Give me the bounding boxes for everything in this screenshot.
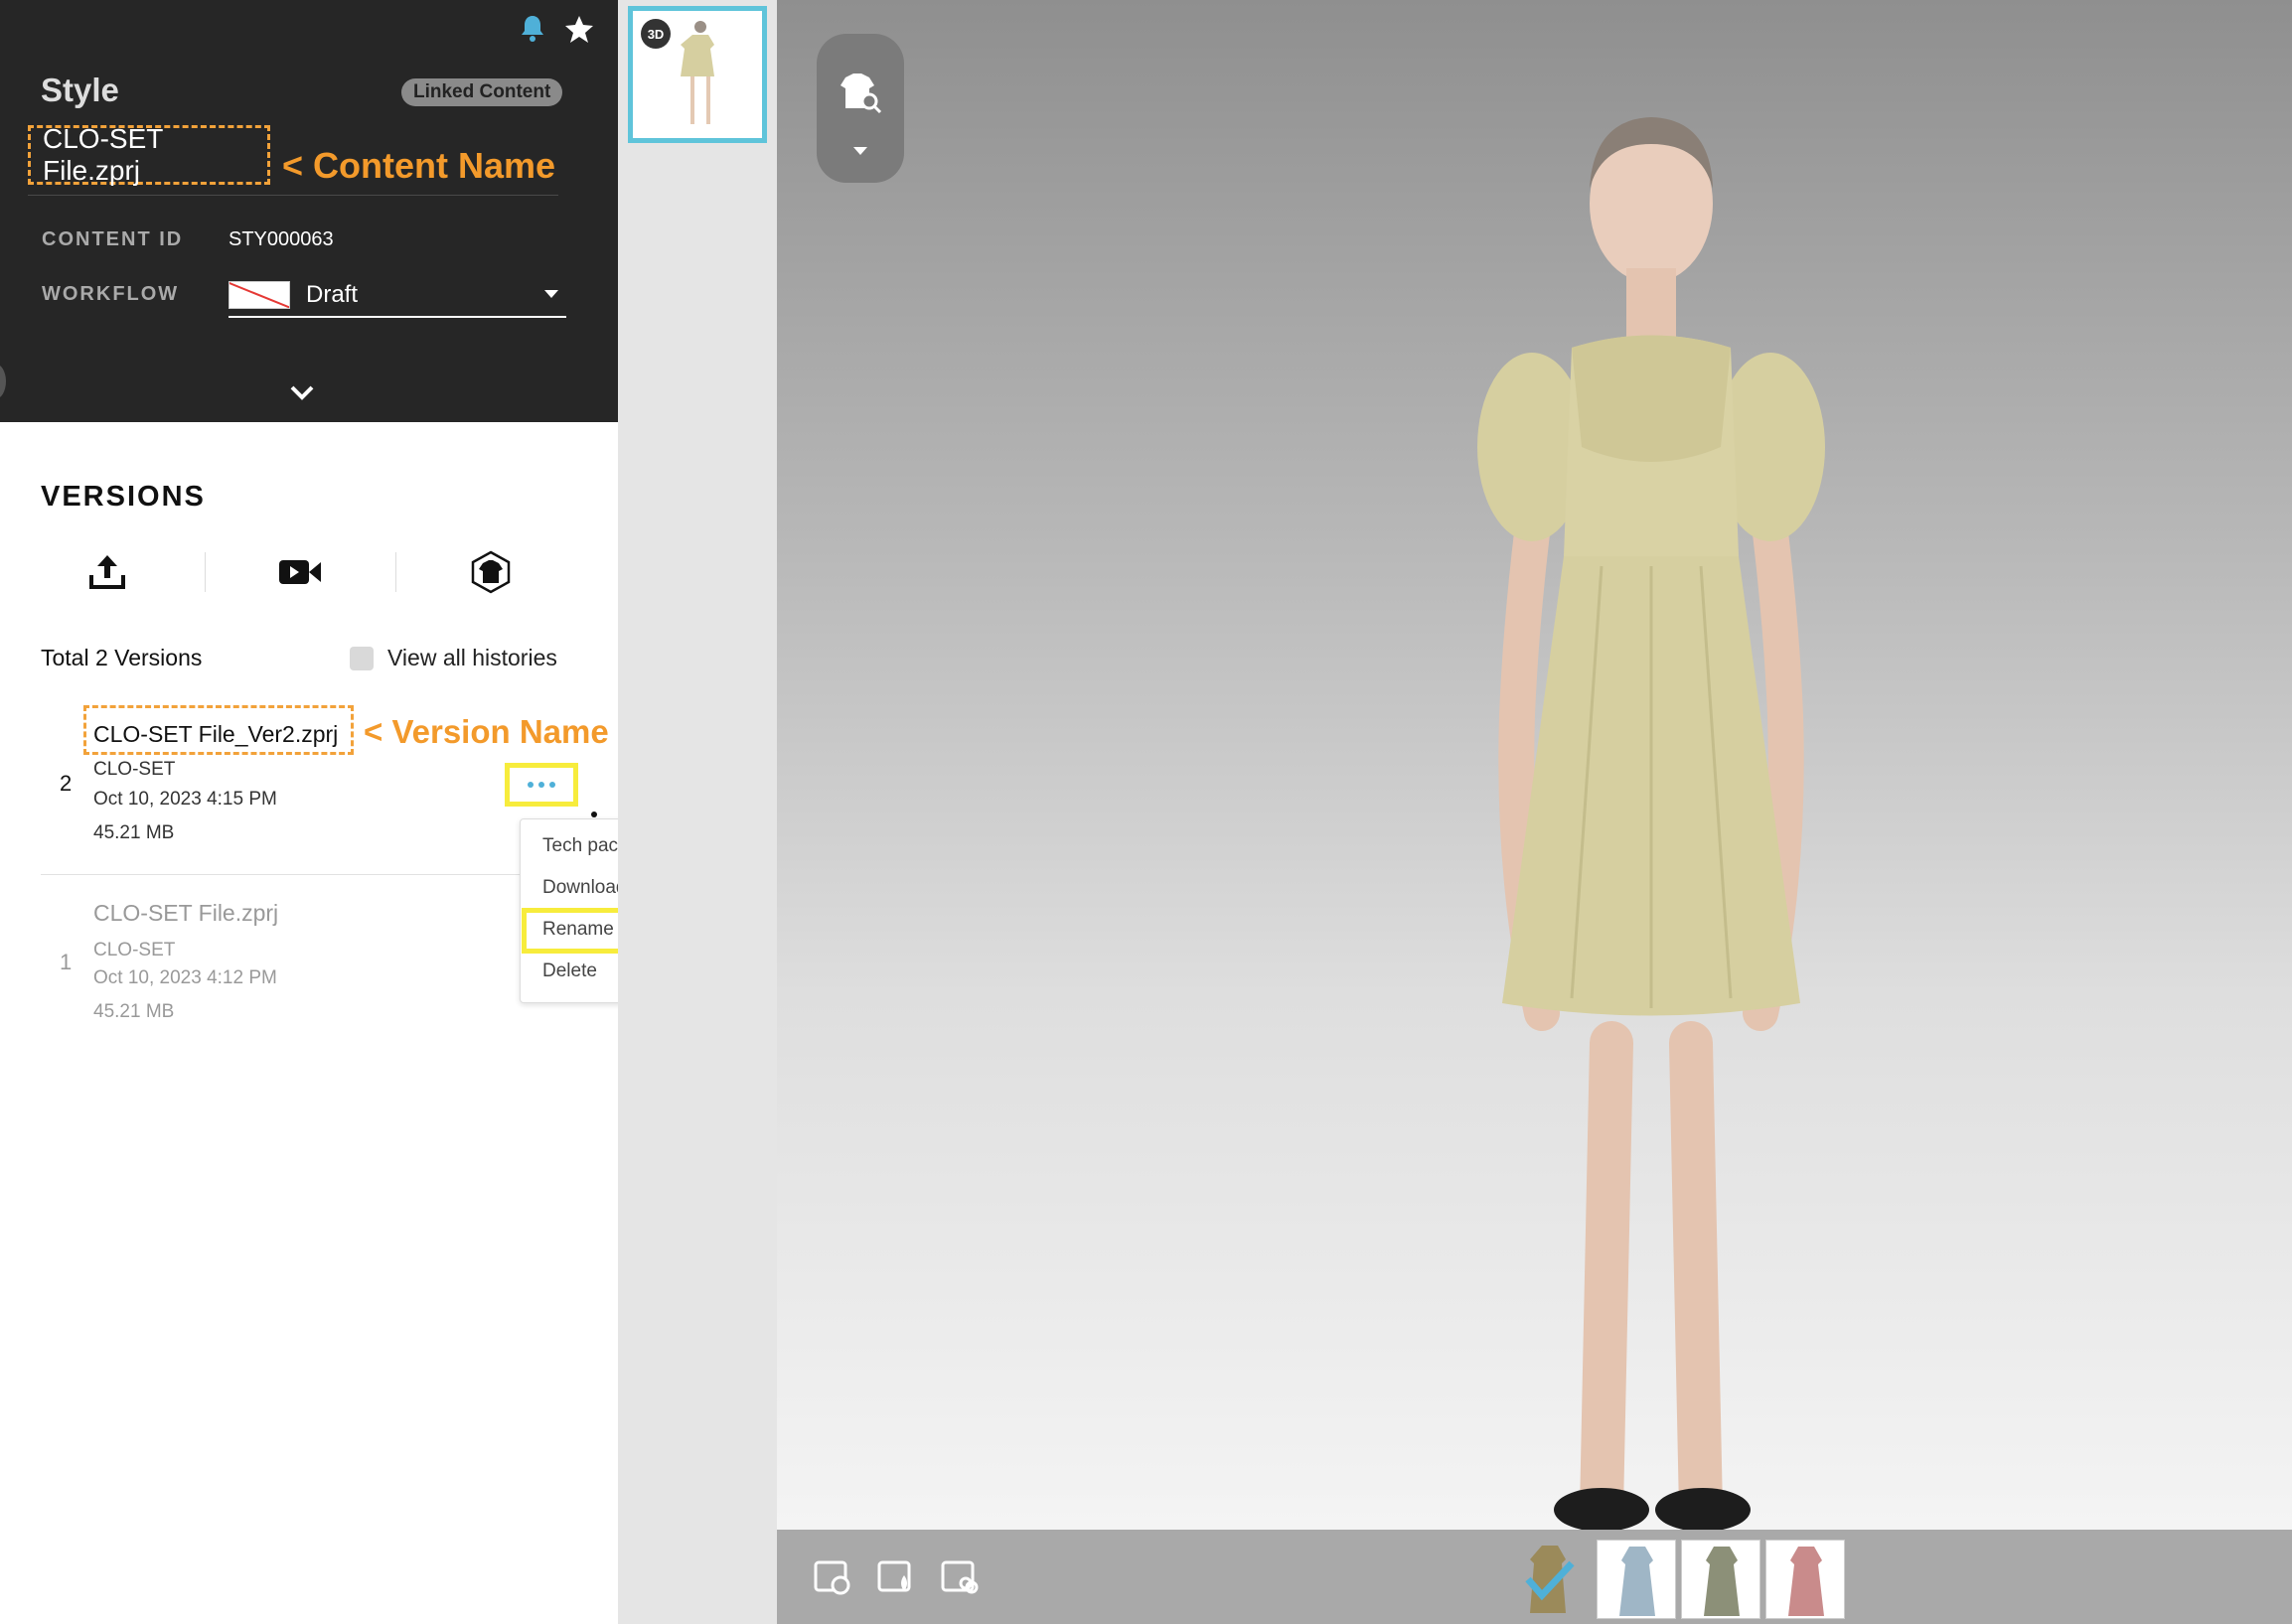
garment-search-icon — [840, 74, 882, 114]
thumbnail-3d[interactable]: 3D — [628, 6, 767, 143]
app-root: Style Linked Content CLO-SET File.zprj <… — [0, 0, 2292, 1624]
colorway-thumb-selected[interactable] — [1520, 1540, 1580, 1619]
color-drop-icon[interactable] — [876, 1557, 916, 1597]
content-name[interactable]: CLO-SET File.zprj — [28, 123, 270, 186]
panel-toggle-handle[interactable] — [0, 364, 6, 399]
header-icons — [519, 14, 594, 44]
caret-down-icon — [853, 147, 867, 155]
workflow-label: WORKFLOW — [42, 283, 180, 305]
bell-icon[interactable] — [519, 14, 546, 44]
version-date: Oct 10, 2023 4:12 PM — [93, 967, 277, 988]
version-name-annotation: < Version Name — [364, 713, 609, 750]
chevron-down-icon[interactable] — [288, 383, 316, 408]
style-title: Style — [41, 72, 119, 108]
version-size: 45.21 MB — [93, 1001, 175, 1022]
3d-viewer[interactable] — [777, 0, 2292, 1530]
view-all-histories-label: View all histories — [387, 645, 557, 670]
menu-item-delete[interactable]: Delete — [542, 960, 597, 982]
view-all-histories-checkbox[interactable] — [350, 646, 374, 670]
caret-down-icon — [544, 290, 558, 298]
version-number: 1 — [60, 950, 73, 974]
viewer-bottom-bar — [777, 1530, 2292, 1624]
toolbar-separator — [395, 552, 396, 592]
version-size: 45.21 MB — [93, 822, 175, 843]
content-id-value: STY000063 — [229, 228, 334, 250]
version-author: CLO-SET — [93, 759, 176, 780]
workflow-dropdown[interactable]: Draft — [229, 274, 566, 318]
version-date: Oct 10, 2023 4:15 PM — [93, 789, 277, 810]
more-options-button[interactable] — [505, 763, 578, 807]
thumbnail-strip: 3D — [618, 0, 777, 1624]
avatar-model — [1477, 117, 1825, 1530]
version-toolbar — [0, 546, 618, 598]
video-icon[interactable] — [270, 546, 330, 598]
toolbar-separator — [205, 552, 206, 592]
style-header-panel: Style Linked Content CLO-SET File.zprj <… — [0, 0, 618, 422]
content-id-label: CONTENT ID — [42, 228, 184, 250]
colorway-thumb[interactable] — [1681, 1540, 1760, 1619]
version-name[interactable]: CLO-SET File.zprj — [93, 900, 278, 927]
divider — [28, 195, 558, 196]
colorway-thumb[interactable] — [1597, 1540, 1676, 1619]
colorway-thumb[interactable] — [1765, 1540, 1845, 1619]
version-name[interactable]: CLO-SET File_Ver2.zprj — [93, 721, 338, 748]
upload-icon[interactable] — [77, 546, 137, 598]
workflow-value: Draft — [306, 281, 359, 308]
view-all-histories-toggle[interactable]: View all histories — [350, 645, 557, 671]
more-icon — [528, 782, 555, 788]
versions-heading: VERSIONS — [41, 481, 206, 513]
cursor-dot — [591, 812, 597, 817]
view-control-button[interactable] — [817, 34, 904, 183]
row-divider — [41, 874, 530, 875]
colorway-icon[interactable] — [940, 1557, 980, 1597]
version-number: 2 — [60, 771, 73, 796]
total-versions-count: Total 2 Versions — [41, 645, 203, 670]
content-name-annotation: < Content Name — [282, 145, 556, 186]
workflow-color-swatch — [229, 281, 290, 309]
version-author: CLO-SET — [93, 940, 176, 960]
menu-item-tech-pack[interactable]: Tech pack — [542, 835, 628, 857]
3d-garment-icon[interactable] — [461, 546, 521, 598]
linked-content-badge: Linked Content — [401, 78, 563, 106]
render-settings-icon[interactable] — [813, 1557, 852, 1597]
star-icon[interactable] — [564, 14, 594, 44]
